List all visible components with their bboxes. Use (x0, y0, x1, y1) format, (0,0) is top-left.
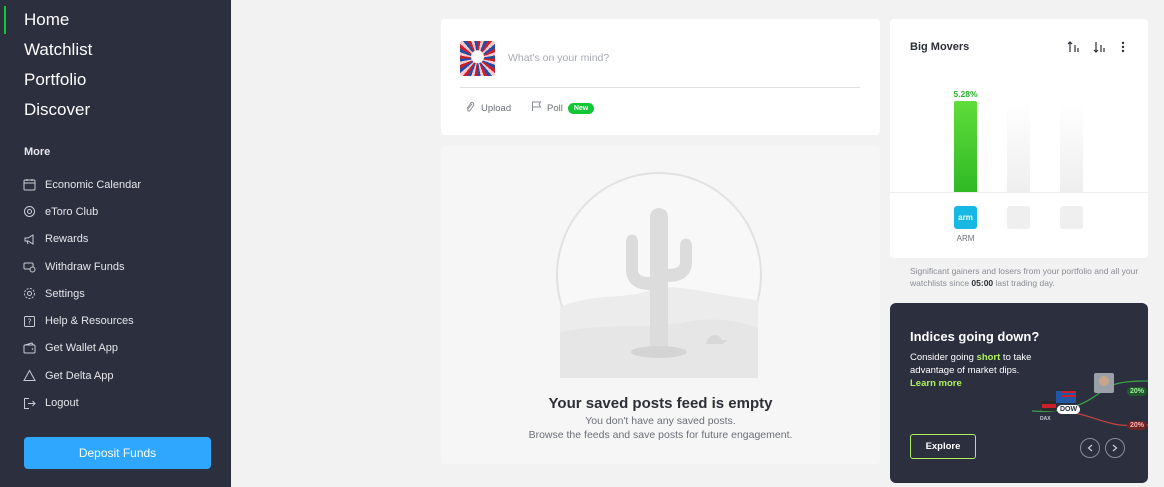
gain-badge: 20% (1127, 387, 1148, 396)
calendar-icon (22, 178, 36, 192)
composer-divider (460, 87, 860, 88)
sidebar: Home Watchlist Portfolio Discover More E… (0, 0, 231, 487)
sidebar-item-get-wallet-app[interactable]: Get Wallet App (22, 335, 222, 362)
new-badge: New (567, 102, 595, 114)
big-movers-card: Big Movers 5.28% arm ARM (890, 19, 1148, 258)
megaphone-icon (22, 232, 36, 246)
explore-button[interactable]: Explore (910, 434, 976, 459)
chevron-right-icon (1112, 439, 1118, 457)
index-label: DOW (1057, 405, 1081, 414)
sidebar-item-label: Logout (45, 397, 79, 410)
withdraw-icon (22, 260, 36, 274)
poll-label: Poll (547, 102, 563, 114)
sidebar-item-get-delta-app[interactable]: Get Delta App (22, 362, 222, 389)
promo-text-start: Consider going (910, 352, 977, 363)
avatar[interactable] (460, 41, 495, 76)
indices-promo-card: Indices going down? Consider going short… (890, 303, 1148, 483)
sort-down-icon[interactable] (1092, 39, 1108, 55)
promo-highlight: short (976, 352, 1001, 363)
mover-ticker: ARM (956, 234, 975, 243)
sidebar-item-help-resources[interactable]: ? Help & Resources (22, 307, 222, 334)
deposit-funds-button[interactable]: Deposit Funds (24, 437, 211, 469)
nav-item-portfolio[interactable]: Portfolio (0, 65, 231, 95)
club-icon (22, 205, 36, 219)
big-movers-title: Big Movers (910, 41, 970, 53)
sidebar-item-label: eToro Club (45, 205, 99, 218)
empty-feed-subtitle: You don't have any saved posts. (585, 415, 736, 427)
paperclip-icon (465, 101, 475, 116)
poll-icon (531, 101, 542, 115)
arm-logo[interactable]: arm (954, 206, 977, 229)
logo-placeholder (1060, 206, 1083, 229)
mover-bar-arm[interactable] (954, 101, 977, 193)
sidebar-item-label: Economic Calendar (45, 178, 141, 191)
sidebar-item-label: Help & Resources (45, 315, 134, 328)
sidebar-item-label: Settings (45, 287, 85, 300)
sidebar-item-label: Rewards (45, 233, 89, 246)
nav-item-home[interactable]: Home (0, 5, 231, 35)
mover-bar-placeholder (1060, 101, 1083, 193)
sidebar-item-withdraw-funds[interactable]: Withdraw Funds (22, 253, 222, 280)
delta-icon (22, 369, 36, 383)
logout-icon (22, 396, 36, 410)
learn-more-link[interactable]: Learn more (910, 378, 962, 389)
sidebar-item-logout[interactable]: Logout (22, 389, 222, 416)
svg-text:?: ? (27, 317, 31, 326)
note-time: 05:00 (971, 278, 994, 288)
promo-title: Indices going down? (910, 329, 1040, 344)
empty-feed-title: Your saved posts feed is empty (548, 395, 773, 412)
upload-button[interactable]: Upload (465, 101, 511, 116)
more-nav: Economic Calendar eToro Club Rewards Wit… (22, 171, 222, 417)
post-composer: What's on your mind? Upload Poll New (441, 19, 880, 135)
sidebar-item-label: Get Wallet App (45, 342, 118, 355)
carousel-prev-button[interactable] (1080, 438, 1100, 458)
movers-baseline (890, 192, 1148, 193)
gear-icon (22, 287, 36, 301)
big-movers-note: Significant gainers and losers from your… (910, 265, 1140, 289)
mover-bar-placeholder (1007, 101, 1030, 193)
sidebar-item-etoro-club[interactable]: eToro Club (22, 198, 222, 225)
upload-label: Upload (481, 103, 512, 114)
index-small-label: DAX (1040, 416, 1051, 422)
sort-up-icon[interactable] (1066, 39, 1082, 55)
post-input[interactable]: What's on your mind? (508, 52, 609, 64)
carousel-next-button[interactable] (1105, 438, 1125, 458)
help-icon: ? (22, 314, 36, 328)
promo-graphic: DOW DAX 20% 20% (1031, 371, 1148, 433)
sidebar-item-label: Withdraw Funds (45, 260, 125, 273)
loss-badge: 20% (1127, 421, 1148, 430)
poll-button[interactable]: Poll New (531, 101, 595, 115)
sidebar-item-label: Get Delta App (45, 369, 114, 382)
more-section-title: More (24, 146, 51, 158)
promo-text: Consider going short to take advantage o… (910, 351, 1040, 377)
mover-change-label: 5.28% (953, 89, 978, 99)
more-options-icon[interactable] (1115, 39, 1131, 55)
sidebar-item-economic-calendar[interactable]: Economic Calendar (22, 171, 222, 198)
sidebar-item-settings[interactable]: Settings (22, 280, 222, 307)
chevron-left-icon (1087, 439, 1093, 457)
cactus-illustration (556, 172, 762, 378)
nav-item-discover[interactable]: Discover (0, 95, 231, 125)
main-nav: Home Watchlist Portfolio Discover (0, 5, 231, 125)
note-text-end: last trading day. (993, 278, 1055, 288)
empty-feed-subtitle-2: Browse the feeds and save posts for futu… (528, 429, 793, 441)
logo-placeholder (1007, 206, 1030, 229)
wallet-icon (22, 341, 36, 355)
sidebar-item-rewards[interactable]: Rewards (22, 226, 222, 253)
nav-item-watchlist[interactable]: Watchlist (0, 35, 231, 65)
saved-posts-feed: Your saved posts feed is empty You don't… (441, 146, 880, 464)
